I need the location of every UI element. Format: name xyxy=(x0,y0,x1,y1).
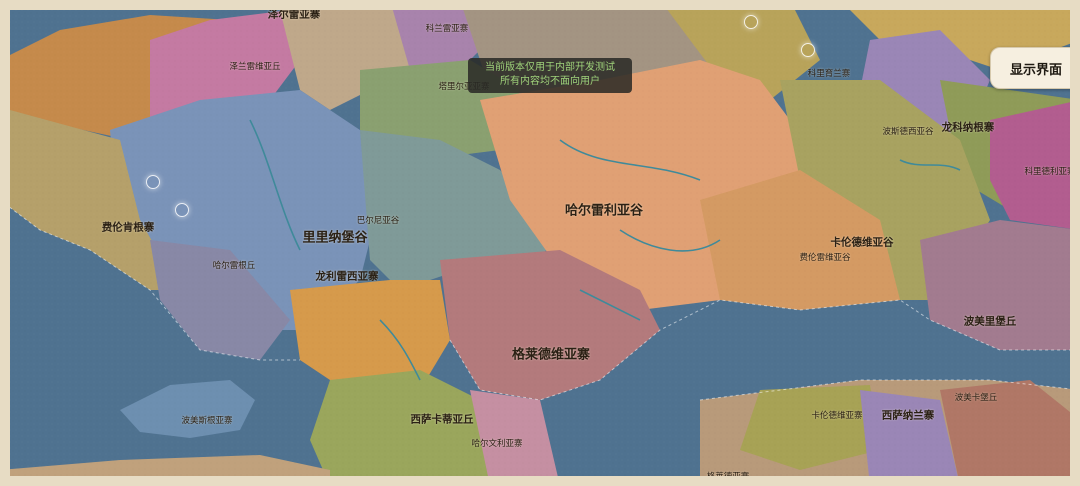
label-balu-valley: 巴尔尼亚谷 xyxy=(356,216,400,226)
label-xisa-hill: 西萨卡蒂亚丘 xyxy=(410,413,474,426)
map-marker-ring[interactable] xyxy=(146,175,160,189)
label-bottom-cut: 格莱德亚寨 xyxy=(706,472,750,482)
label-longli-village: 龙利雷西亚寨 xyxy=(315,270,379,283)
label-longke-village: 龙科纳根寨 xyxy=(941,121,995,134)
map-marker-ring[interactable] xyxy=(801,43,815,57)
label-zelan-hill-w: 泽兰雷维亚丘 xyxy=(229,62,281,72)
dev-notice-banner: 当前版本仅用于内部开发测试 所有内容均不面向用户 xyxy=(468,58,632,93)
label-gelai-village: 格莱德维亚寨 xyxy=(511,347,591,363)
label-xisa-village: 西萨纳兰寨 xyxy=(881,409,935,422)
label-feilun-valley-s: 费伦雷维亚谷 xyxy=(799,253,851,263)
label-kalunde-small: 卡伦德维亚寨 xyxy=(811,411,863,421)
label-boshide-village: 波斯德西亚谷 xyxy=(882,127,934,137)
label-north-small: 科兰雷亚寨 xyxy=(425,24,469,34)
label-right-edge: 科里德利亚寨 xyxy=(1024,167,1076,177)
show-ui-button[interactable]: 显示界面 xyxy=(990,47,1070,89)
label-feilun-village: 费伦肯根寨 xyxy=(101,221,155,234)
dev-notice-line2: 所有内容均不面向用户 xyxy=(500,76,600,87)
label-liliona-fort: 里里纳堡谷 xyxy=(302,230,368,246)
label-liqing-village: 科里育兰寨 xyxy=(807,69,851,79)
label-bomei-fort: 波美卡堡丘 xyxy=(954,393,998,403)
label-halwen-village: 哈尔文利亚寨 xyxy=(471,439,523,449)
label-halerei-valley: 哈尔雷利亚谷 xyxy=(564,203,644,219)
label-kalunde-village: 卡伦德维亚谷 xyxy=(830,236,894,249)
map-marker-ring[interactable] xyxy=(744,15,758,29)
label-top-cut: 泽尔雷亚寨 xyxy=(267,8,321,21)
label-bomei-hill: 波美里堡丘 xyxy=(963,315,1017,328)
label-halei-hill: 哈尔雷根丘 xyxy=(212,261,256,271)
world-map[interactable]: 泽尔雷亚寨 科兰雷亚寨 泽兰雷维亚丘 塔里尔亚亚寨 科里育兰寨 波斯德西亚谷 龙… xyxy=(0,0,1080,486)
label-bomei-village: 波美斯根亚寨 xyxy=(181,416,233,426)
dev-notice-line1: 当前版本仅用于内部开发测试 xyxy=(485,62,615,73)
map-marker-ring[interactable] xyxy=(175,203,189,217)
